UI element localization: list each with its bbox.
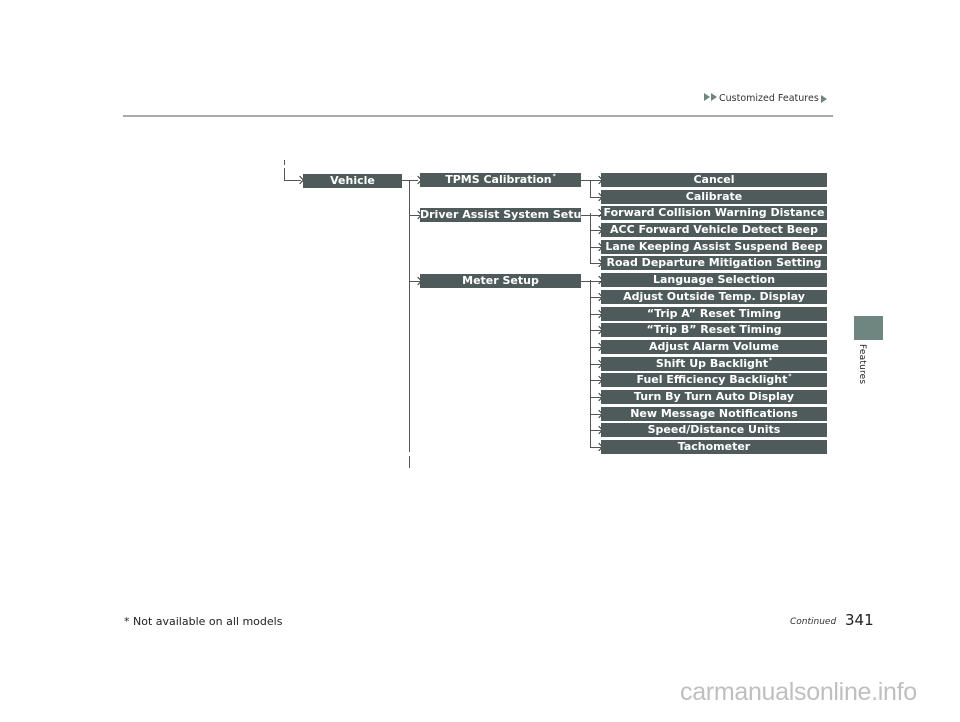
menu-item-label: “Trip A” Reset Timing	[646, 307, 782, 320]
menu-item-label: Calibrate	[685, 190, 743, 203]
menu-item-label: Road Departure Mitigation Setting	[606, 256, 822, 269]
header-divider	[123, 115, 833, 117]
menu-item[interactable]: “Trip B” Reset Timing	[601, 323, 827, 337]
breadcrumb: Customized Features	[704, 93, 828, 104]
menu-item-label: Lane Keeping Assist Suspend Beep	[605, 240, 823, 253]
menu-item[interactable]: Shift Up Backlight*	[601, 357, 827, 371]
footnote-marker: *	[552, 173, 556, 180]
connector-line	[284, 168, 285, 180]
menu-item[interactable]: Language Selection	[601, 273, 827, 287]
menu-item-label: “Trip B” Reset Timing	[646, 323, 782, 336]
page-number: 341	[845, 611, 874, 629]
menu-item-label: ACC Forward Vehicle Detect Beep	[610, 223, 818, 236]
menu-item[interactable]: Adjust Alarm Volume	[601, 340, 827, 354]
connector-line	[590, 213, 591, 263]
menu-item-label: Adjust Outside Temp. Display	[623, 290, 805, 303]
menu-group-1-label: Driver Assist System Setup	[420, 208, 581, 221]
menu-item[interactable]: Lane Keeping Assist Suspend Beep	[601, 240, 827, 254]
section-tab[interactable]	[854, 316, 883, 340]
menu-item-label: Speed/Distance Units	[647, 423, 781, 436]
menu-root[interactable]: Vehicle	[303, 174, 402, 188]
connector-line	[590, 280, 591, 447]
menu-item[interactable]: Cancel	[601, 173, 827, 187]
menu-item-label: Adjust Alarm Volume	[648, 340, 780, 353]
footnote-marker: *	[769, 357, 773, 364]
menu-group-2[interactable]: Meter Setup	[420, 274, 581, 288]
menu-item-label: Cancel	[693, 173, 735, 186]
menu-group-1[interactable]: Driver Assist System Setup*	[420, 208, 581, 222]
connector-line	[284, 160, 285, 165]
menu-item[interactable]: Tachometer	[601, 440, 827, 454]
menu-group-0-label: TPMS Calibration	[445, 173, 552, 186]
menu-item-label: Tachometer	[677, 440, 751, 453]
menu-item[interactable]: Fuel Efficiency Backlight*	[601, 373, 827, 387]
continued-label: Continued	[790, 617, 837, 627]
menu-item-label: Turn By Turn Auto Display	[633, 390, 795, 403]
breadcrumb-label[interactable]: Customized Features	[719, 93, 819, 104]
menu-item-label: New Message Notifications	[630, 407, 798, 420]
menu-item-label: Forward Collision Warning Distance	[603, 206, 825, 219]
menu-item-label: Language Selection	[652, 273, 776, 286]
connector-line	[409, 456, 410, 468]
menu-item-label: Shift Up Backlight	[655, 357, 769, 370]
menu-item[interactable]: Calibrate	[601, 190, 827, 204]
connector-line	[590, 180, 591, 197]
footnote-marker: *	[788, 373, 792, 380]
footnote: * Not available on all models	[124, 615, 283, 628]
menu-item[interactable]: Forward Collision Warning Distance	[601, 206, 827, 220]
menu-item[interactable]: ACC Forward Vehicle Detect Beep	[601, 223, 827, 237]
menu-item[interactable]: Turn By Turn Auto Display	[601, 390, 827, 404]
menu-item[interactable]: New Message Notifications	[601, 407, 827, 421]
menu-item[interactable]: “Trip A” Reset Timing	[601, 307, 827, 321]
section-tab-label: Features	[857, 344, 867, 385]
menu-item[interactable]: Speed/Distance Units	[601, 423, 827, 437]
menu-group-2-label: Meter Setup	[462, 274, 539, 287]
connector-line	[409, 180, 410, 452]
menu-item-label: Fuel Efficiency Backlight	[636, 373, 788, 386]
menu-group-0[interactable]: TPMS Calibration*	[420, 173, 581, 187]
menu-item[interactable]: Adjust Outside Temp. Display	[601, 290, 827, 304]
watermark: carmanualsonline.info	[680, 678, 917, 706]
double-triangle-right-icon	[704, 93, 718, 104]
triangle-right-icon	[820, 94, 827, 103]
menu-root-label: Vehicle	[330, 174, 375, 187]
menu-item[interactable]: Road Departure Mitigation Setting	[601, 256, 827, 270]
